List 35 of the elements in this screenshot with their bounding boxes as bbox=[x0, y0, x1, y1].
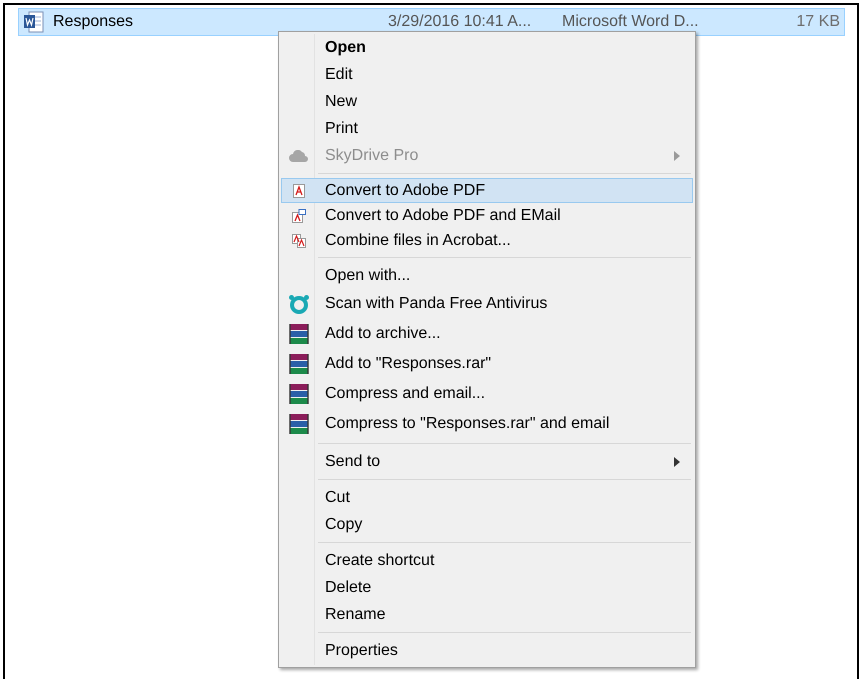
books-icon bbox=[288, 383, 310, 405]
menu-item[interactable]: Open bbox=[281, 34, 693, 61]
file-date: 3/29/2016 10:41 A... bbox=[388, 13, 532, 31]
menu-item[interactable]: New bbox=[281, 88, 693, 115]
cloud-icon bbox=[289, 150, 309, 162]
menu-item[interactable]: Send to bbox=[281, 448, 693, 475]
menu-item[interactable]: Open with... bbox=[281, 262, 693, 289]
menu-item[interactable]: Copy bbox=[281, 511, 693, 538]
menu-item[interactable]: Cut bbox=[281, 484, 693, 511]
menu-item[interactable]: Properties bbox=[281, 637, 693, 664]
menu-item[interactable]: Compress to "Responses.rar" and email bbox=[281, 409, 693, 439]
menu-item[interactable]: Combine files in Acrobat... bbox=[281, 228, 693, 253]
file-name: Responses bbox=[53, 13, 134, 31]
menu-item[interactable]: Compress and email... bbox=[281, 379, 693, 409]
pdf-combine-icon bbox=[292, 234, 306, 248]
pdf-icon bbox=[293, 184, 305, 198]
menu-item[interactable]: Add to archive... bbox=[281, 319, 693, 349]
file-type: Microsoft Word D... bbox=[562, 13, 700, 31]
menu-item[interactable]: Delete bbox=[281, 574, 693, 601]
menu-item[interactable]: Print bbox=[281, 115, 693, 142]
word-document-icon bbox=[23, 11, 45, 33]
file-size: 17 KB bbox=[796, 13, 840, 31]
menu-item[interactable]: Rename bbox=[281, 601, 693, 628]
books-icon bbox=[288, 413, 310, 435]
books-icon bbox=[288, 323, 310, 345]
books-icon bbox=[288, 353, 310, 375]
menu-item[interactable]: Convert to Adobe PDF bbox=[281, 178, 693, 203]
pdf-mail-icon bbox=[292, 208, 306, 222]
menu-item[interactable]: Scan with Panda Free Antivirus bbox=[281, 289, 693, 319]
menu-item[interactable]: Edit bbox=[281, 61, 693, 88]
menu-item[interactable]: Add to "Responses.rar" bbox=[281, 349, 693, 379]
menu-item[interactable]: Convert to Adobe PDF and EMail bbox=[281, 203, 693, 228]
shield-ring-icon bbox=[288, 294, 310, 314]
file-row[interactable]: Responses 3/29/2016 10:41 A... Microsoft Word D... 17 KB bbox=[18, 8, 845, 36]
menu-item[interactable]: Create shortcut bbox=[281, 547, 693, 574]
